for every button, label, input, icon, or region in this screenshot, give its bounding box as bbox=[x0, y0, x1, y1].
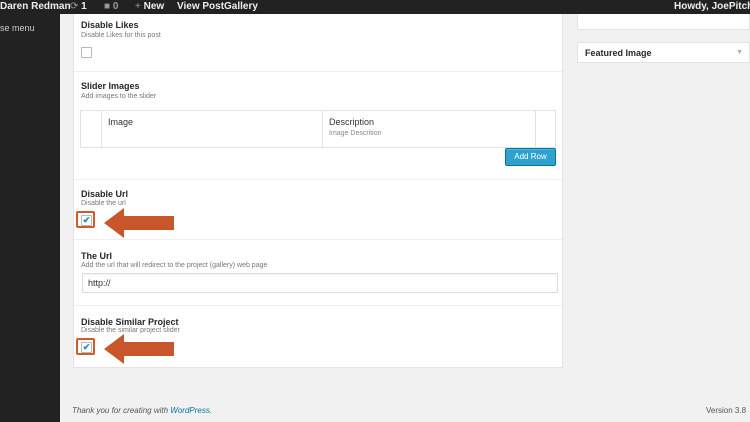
field-label: Disable Similar Project bbox=[81, 317, 179, 327]
comment-bubble-icon: ■ bbox=[104, 1, 111, 12]
view-post-link[interactable]: View Post bbox=[177, 0, 224, 14]
disable-url-checkbox[interactable]: ✔ bbox=[81, 215, 92, 226]
field-description: Disable Likes for this post bbox=[81, 32, 161, 39]
field-disable-likes: Disable Likes Disable Likes for this pos… bbox=[74, 14, 562, 72]
field-description: Disable the url bbox=[81, 200, 126, 207]
column-subheader-description: Image Descrition bbox=[329, 130, 382, 137]
disable-similar-project-checkbox[interactable]: ✔ bbox=[81, 342, 92, 353]
footer-version: Version 3.8 bbox=[706, 406, 747, 415]
field-label: The Url bbox=[81, 251, 113, 261]
howdy-user-link[interactable]: Howdy, JoePitcher bbox=[674, 0, 750, 14]
column-header-image: Image bbox=[108, 117, 134, 127]
field-the-url: The Url Add the url that will redirect t… bbox=[74, 240, 562, 306]
field-description: Disable the similar project slider bbox=[81, 327, 180, 334]
field-description: Add images to the slider bbox=[81, 93, 157, 100]
admin-left-menu: se menu bbox=[0, 14, 60, 422]
toggle-arrow-icon[interactable]: ▼ bbox=[736, 49, 743, 56]
annotation-arrow-icon bbox=[104, 334, 174, 364]
wordpress-link[interactable]: WordPress bbox=[170, 406, 210, 415]
featured-image-title: Featured Image bbox=[585, 48, 652, 58]
refresh-icon: ⟳ bbox=[70, 1, 79, 12]
comments-link[interactable]: ■ 0 bbox=[104, 0, 118, 14]
url-input[interactable]: http:// bbox=[82, 273, 558, 293]
field-label: Slider Images bbox=[81, 81, 140, 91]
footer-thanks: Thank you for creating with WordPress. bbox=[72, 406, 213, 415]
comments-count: 0 bbox=[112, 1, 119, 12]
slider-images-repeater-table: Image Description Image Descrition bbox=[80, 110, 556, 148]
plus-icon: + bbox=[135, 1, 141, 12]
disable-likes-checkbox[interactable] bbox=[81, 47, 92, 58]
column-header-description: Description bbox=[329, 117, 375, 127]
sidebar-metabox bbox=[577, 14, 750, 30]
field-label: Disable Likes bbox=[81, 20, 139, 30]
featured-image-metabox[interactable]: Featured Image ▼ bbox=[577, 42, 750, 63]
add-row-button[interactable]: Add Row bbox=[505, 148, 556, 166]
new-content-link[interactable]: + New bbox=[135, 0, 164, 14]
collapse-menu-link[interactable]: se menu bbox=[0, 23, 35, 33]
annotation-arrow-icon bbox=[104, 208, 174, 238]
site-name-link[interactable]: Daren Redman bbox=[0, 0, 71, 14]
gallery-link[interactable]: Gallery bbox=[224, 0, 258, 14]
updates-link[interactable]: ⟳ 1 bbox=[70, 0, 87, 14]
admin-bar: Daren Redman ⟳ 1 ■ 0 + New View Post Gal… bbox=[0, 0, 750, 14]
field-label: Disable Url bbox=[81, 189, 129, 199]
field-slider-images: Slider Images Add images to the slider I… bbox=[74, 72, 562, 180]
updates-count: 1 bbox=[81, 1, 87, 12]
new-label: New bbox=[143, 1, 165, 12]
custom-fields-panel: Disable Likes Disable Likes for this pos… bbox=[73, 14, 563, 368]
field-description: Add the url that will redirect to the pr… bbox=[81, 262, 268, 269]
